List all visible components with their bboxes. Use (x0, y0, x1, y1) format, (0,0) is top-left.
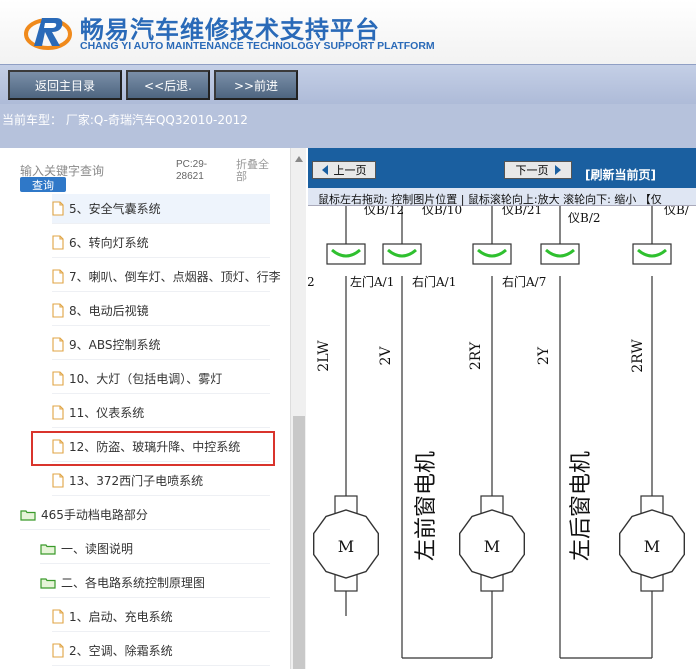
folder-icon (40, 577, 56, 589)
connectors (326, 243, 672, 265)
pc-label: PC:29-28621 (176, 159, 208, 182)
wire-label: 2RW (630, 339, 646, 373)
scroll-thumb[interactable] (293, 416, 305, 669)
diagram-viewer: 上一页 下一页 [刷新当前页] 鼠标左右拖动: 控制图片位置 | 鼠标滚轮向上:… (308, 148, 696, 669)
tree-item[interactable]: 13、372西门子电喷系统 (52, 466, 270, 496)
tree-item-label: 6、转向灯系统 (69, 236, 149, 250)
toolbar: 返回主目录 <<后退. >>前进 (0, 64, 696, 104)
tree-item-label: 5、安全气囊系统 (69, 202, 161, 216)
search-button[interactable]: 查询 (20, 177, 66, 192)
document-icon (52, 303, 64, 318)
highlight-box (31, 431, 275, 466)
catalog-scrollbar[interactable] (290, 148, 306, 669)
document-icon (52, 643, 64, 658)
tree-item-label: 465手动档电路部分 (41, 508, 148, 522)
tree-item[interactable]: 11、仪表系统 (52, 398, 270, 428)
connector-label: 仪B/12 (364, 206, 404, 217)
folder-icon (20, 509, 36, 521)
tree-item-label: 一、读图说明 (61, 542, 134, 556)
document-icon (52, 201, 64, 216)
tree-item-label: 8、电动后视镜 (69, 304, 149, 318)
motor-name: 左后窗电机 (569, 451, 594, 561)
connector-label: 仪B/2 (568, 211, 601, 225)
connector-label: 仪B/10 (422, 206, 462, 217)
tree-item[interactable]: 10、大灯（包括电调）、雾灯 (52, 364, 270, 394)
header-banner: 畅易汽车维修技术支持平台 CHANG YI AUTO MAINTENANCE T… (0, 0, 696, 64)
document-icon (52, 337, 64, 352)
door-label: 右门A/1 (412, 274, 456, 289)
tree-item-label: 11、仪表系统 (69, 406, 145, 420)
logo-icon (24, 18, 72, 50)
document-icon (52, 371, 64, 386)
motor-name: 左前窗电机 (414, 451, 439, 561)
tree-item-label: 1、启动、充电系统 (69, 610, 173, 624)
tree-item[interactable]: 1、启动、充电系统 (52, 602, 270, 632)
connector-symbol (472, 243, 512, 265)
next-page-label: 下一页 (515, 164, 549, 177)
motor-label: M (484, 537, 500, 556)
document-icon (52, 235, 64, 250)
document-icon (52, 609, 64, 624)
next-page-button[interactable]: 下一页 (504, 161, 572, 179)
tree-folder[interactable]: 465手动档电路部分 (20, 500, 270, 530)
tree-item[interactable]: 2、空调、除霜系统 (52, 636, 270, 666)
door-label: 左门A/1 (350, 274, 394, 289)
forward-button[interactable]: >>前进 (214, 70, 298, 100)
door-label: 右门A/7 (502, 274, 546, 289)
next-arrow-icon (554, 165, 561, 175)
catalog-panel: 输入关键字查询 查询 PC:29-28621 折叠全部 5、安全气囊系统 6、转向… (0, 148, 290, 669)
prev-page-button[interactable]: 上一页 (312, 161, 376, 179)
refresh-page-link[interactable]: [刷新当前页] (585, 166, 656, 183)
collapse-all-link[interactable]: 折叠全部 (236, 159, 276, 183)
current-car-label: 当前车型： 厂家:Q-奇瑞汽车QQ32010-2012 (2, 113, 248, 127)
wiring-diagram[interactable]: 仪B/12 仪B/10 仪B/21 仪B/2 仪B/2 左门A/1 右门A/1 右门A/7 2L… (308, 206, 696, 669)
home-button[interactable]: 返回主目录 (8, 70, 122, 100)
wire-label: 2LW (316, 340, 332, 372)
folder-icon (40, 543, 56, 555)
document-icon (52, 405, 64, 420)
wire-label: 2V (378, 346, 394, 366)
tree-folder[interactable]: 二、各电路系统控制原理图 (40, 568, 270, 598)
scroll-up-icon[interactable] (295, 156, 303, 162)
connector-symbol (540, 243, 580, 265)
current-car-bar: 当前车型： 厂家:Q-奇瑞汽车QQ32010-2012 (0, 104, 696, 148)
tree-item-label: 13、372西门子电喷系统 (69, 474, 204, 488)
tree-item[interactable]: 8、电动后视镜 (52, 296, 270, 326)
prev-arrow-icon (321, 165, 328, 175)
motor-label: M (644, 537, 660, 556)
tree-item[interactable]: 5、安全气囊系统 (52, 194, 270, 224)
tree-item[interactable]: 9、ABS控制系统 (52, 330, 270, 360)
tree-item-label: 2、空调、除霜系统 (69, 644, 173, 658)
wire-label: 2Y (536, 346, 552, 365)
document-icon (52, 269, 64, 284)
tree-item-label: 二、各电路系统控制原理图 (61, 576, 206, 590)
connector-symbol (632, 243, 672, 265)
connector-label: 仪B/ (664, 206, 690, 217)
tree-item[interactable]: 6、转向灯系统 (52, 228, 270, 258)
tree-item[interactable]: 7、喇叭、倒车灯、点烟器、顶灯、行李 (52, 262, 281, 292)
connector-symbol (382, 243, 422, 265)
viewer-nav: 上一页 下一页 [刷新当前页] (308, 148, 696, 188)
tree-item-label: 7、喇叭、倒车灯、点烟器、顶灯、行李 (69, 270, 281, 284)
motor-label: M (338, 537, 354, 556)
prev-page-label: 上一页 (333, 164, 367, 177)
wire-label: 2RY (468, 341, 484, 370)
connector-symbol (326, 243, 366, 265)
door-label: 2 (308, 275, 315, 289)
viewer-hint: 鼠标左右拖动: 控制图片位置 | 鼠标滚轮向上:放大 滚轮向下: 缩小 【仅 (318, 193, 662, 206)
back-button[interactable]: <<后退. (126, 70, 210, 100)
tree-item-label: 10、大灯（包括电调）、雾灯 (69, 372, 223, 386)
tree-item-label: 9、ABS控制系统 (69, 338, 161, 352)
viewer-hint-bar: 鼠标左右拖动: 控制图片位置 | 鼠标滚轮向上:放大 滚轮向下: 缩小 【仅 (308, 188, 696, 206)
tree-folder[interactable]: 一、读图说明 (40, 534, 270, 564)
document-icon (52, 473, 64, 488)
connector-label: 仪B/21 (502, 206, 542, 217)
app-subtitle: CHANG YI AUTO MAINTENANCE TECHNOLOGY SUP… (80, 40, 435, 52)
